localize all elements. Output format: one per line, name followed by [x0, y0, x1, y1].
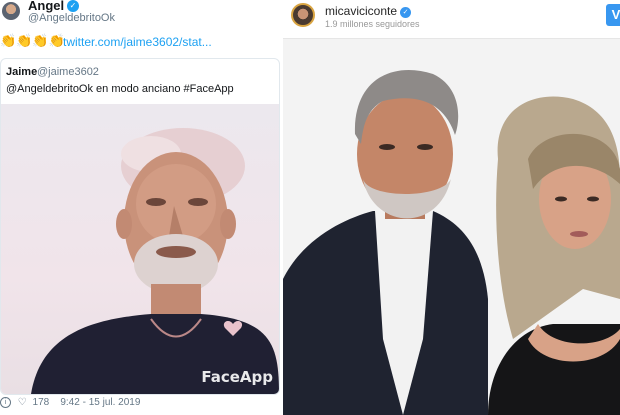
- verified-badge-icon: ✓: [400, 7, 412, 18]
- tweet-panel: Angel ✓ @AngeldebritoOk 👏👏👏👏 twitter.com…: [0, 0, 281, 415]
- aged-couple-illustration: [283, 69, 620, 415]
- profile-username-row[interactable]: micaviciconte ✓: [325, 4, 412, 18]
- tweet-timestamp[interactable]: 9:42 - 15 jul. 2019: [60, 397, 140, 408]
- post-photo[interactable]: [283, 39, 620, 415]
- quoted-author-handle: @jaime3602: [37, 66, 99, 78]
- profile-avatar[interactable]: [291, 3, 315, 27]
- tweet-link[interactable]: twitter.com/jaime3602/stat...: [63, 35, 212, 49]
- quoted-tweet-text: @AngeldebritoOk en modo anciano #FaceApp: [6, 83, 234, 95]
- follower-count: 1.9 millones seguidores: [325, 19, 420, 29]
- profile-username[interactable]: micaviciconte: [325, 4, 397, 18]
- instagram-panel: micaviciconte ✓ 1.9 millones seguidores V: [283, 0, 620, 415]
- tweet-meta: i ♡ 178 9:42 - 15 jul. 2019: [0, 397, 140, 408]
- aged-face-photo[interactable]: FaceApp: [1, 104, 279, 394]
- verified-badge-icon: ✓: [67, 0, 79, 12]
- quoted-tweet[interactable]: Jaime @jaime3602 @AngeldebritoOk en modo…: [0, 58, 280, 395]
- follow-button[interactable]: V: [606, 4, 620, 26]
- author-avatar[interactable]: [2, 2, 20, 20]
- faceapp-watermark: FaceApp: [201, 368, 273, 386]
- quoted-author-name: Jaime: [6, 66, 38, 78]
- author-handle[interactable]: @AngeldebritoOk: [28, 12, 115, 24]
- info-icon[interactable]: i: [0, 397, 11, 408]
- clap-emojis: 👏👏👏👏: [0, 33, 65, 48]
- aged-face-illustration: [31, 128, 279, 394]
- post-header: micaviciconte ✓ 1.9 millones seguidores V: [283, 0, 620, 39]
- heart-icon[interactable]: ♡: [18, 397, 27, 408]
- like-count: 178: [32, 397, 50, 408]
